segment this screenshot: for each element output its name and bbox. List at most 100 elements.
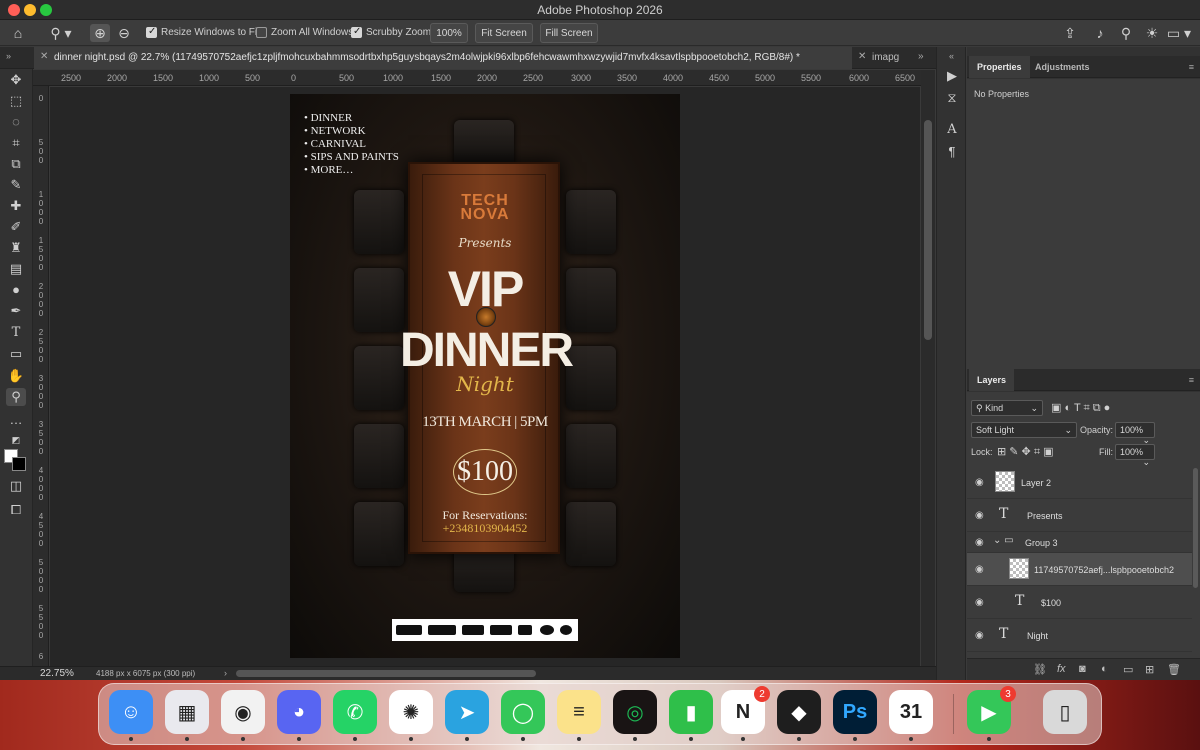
- home-icon[interactable]: ⌂: [8, 24, 28, 42]
- hand-tool-icon[interactable]: ✋: [6, 367, 26, 385]
- visibility-eye-icon[interactable]: ◉: [975, 537, 984, 548]
- group-expand-chevron-icon[interactable]: ⌄ ▭: [993, 535, 1014, 546]
- zoom-out-icon[interactable]: ⊖: [114, 24, 134, 42]
- dodge-tool-icon[interactable]: ●: [6, 281, 26, 299]
- zoom-tool-preset-icon[interactable]: ⚲ ▾: [46, 24, 76, 42]
- more-tools-icon[interactable]: …: [6, 411, 26, 429]
- zoom-level[interactable]: 22.75%: [40, 668, 74, 679]
- dock-app-figma[interactable]: ◆: [777, 690, 821, 734]
- search-icon[interactable]: ⚲: [1116, 24, 1136, 42]
- share-icon[interactable]: ⇪: [1060, 24, 1080, 42]
- dock-app-spotify[interactable]: ◎: [613, 690, 657, 734]
- healing-brush-tool-icon[interactable]: ✚: [6, 197, 26, 215]
- layer-row[interactable]: ◉ T Night: [967, 619, 1192, 652]
- dock-app-numbers[interactable]: ▮: [669, 690, 713, 734]
- tab-properties[interactable]: Properties: [969, 56, 1030, 78]
- crop-tool-icon[interactable]: ⌗: [6, 134, 26, 152]
- scroll-thumb[interactable]: [924, 120, 932, 340]
- type-tool-icon[interactable]: T: [6, 324, 26, 342]
- play-actions-icon[interactable]: ▶: [943, 67, 961, 85]
- dock-app-calendar[interactable]: 31: [889, 690, 933, 734]
- layers-panel-menu-icon[interactable]: ≡: [1189, 375, 1194, 385]
- zoom-tool-icon[interactable]: ⚲: [6, 388, 26, 406]
- eyedropper-tool-icon[interactable]: ✎: [6, 176, 26, 194]
- dock-app-chatgpt[interactable]: ✺: [389, 690, 433, 734]
- tab-dinner-night[interactable]: dinner night.psd @ 22.7% (11749570752aef…: [34, 47, 852, 69]
- default-colors-icon[interactable]: ◩: [6, 431, 26, 449]
- panel-menu-icon[interactable]: ≡: [1189, 62, 1194, 72]
- visibility-eye-icon[interactable]: ◉: [975, 510, 984, 521]
- dock-app-whatsapp[interactable]: ✆: [333, 690, 377, 734]
- layer-filter-select[interactable]: ⚲ Kind ⌄: [971, 400, 1043, 416]
- dock-app-notion[interactable]: N2: [721, 686, 770, 734]
- adjustment-layer-icon[interactable]: ◐: [1101, 663, 1108, 675]
- layer-row[interactable]: ◉ ⌄ ▭ Group 3: [967, 532, 1192, 553]
- fill-screen-button[interactable]: Fill Screen: [540, 23, 598, 43]
- link-layers-icon[interactable]: ⛓: [1033, 663, 1047, 676]
- poster-artwork[interactable]: • DINNER • NETWORK • CARNIVAL • SIPS AND…: [290, 94, 680, 658]
- layer-filter-icons[interactable]: ▣ ◐ T ⌗ ⧉ ●: [1051, 401, 1110, 415]
- layer-row[interactable]: ◉ Layer 2: [967, 466, 1192, 499]
- workspace-icon[interactable]: ▭ ▾: [1164, 24, 1194, 42]
- history-icon[interactable]: ⧖: [943, 89, 961, 107]
- lock-icons[interactable]: ⊞ ✎ ✥ ⌗ ▣: [997, 445, 1053, 459]
- scrubby-zoom-checkbox[interactable]: [351, 26, 362, 38]
- fit-screen-button[interactable]: Fit Screen: [475, 23, 533, 43]
- resize-windows-checkbox[interactable]: [146, 26, 157, 38]
- layer-row[interactable]: ◉ T Presents: [967, 499, 1192, 532]
- paragraph-panel-icon[interactable]: ¶: [943, 143, 961, 161]
- discover-icon[interactable]: ☀: [1142, 24, 1162, 42]
- dock-app-messages[interactable]: ◯: [501, 690, 545, 734]
- fill-input[interactable]: 100% ⌄: [1115, 444, 1155, 467]
- layer-row[interactable]: ◉ T $100: [967, 586, 1192, 619]
- zoom-in-icon[interactable]: ⊕: [90, 24, 110, 42]
- dock-app-launchpad[interactable]: ▦: [165, 690, 209, 734]
- dock-app-facetime[interactable]: ▶ 3: [967, 686, 1016, 734]
- object-selection-tool-icon[interactable]: ⧉: [6, 155, 26, 173]
- layer-style-fx-icon[interactable]: fx: [1057, 663, 1066, 675]
- bell-icon[interactable]: ♪: [1090, 24, 1110, 42]
- quick-mask-icon[interactable]: ◫: [6, 477, 26, 495]
- dock-app-discord[interactable]: ◕: [277, 690, 321, 734]
- screen-mode-icon[interactable]: ⧠: [6, 501, 26, 519]
- new-group-icon[interactable]: ▭: [1123, 663, 1133, 676]
- clone-stamp-tool-icon[interactable]: ♜: [6, 239, 26, 257]
- dock-app-notes[interactable]: ≡: [557, 690, 601, 734]
- close-tab-inactive-icon[interactable]: ✕: [858, 51, 866, 62]
- expand-panels-icon[interactable]: «: [949, 51, 954, 61]
- close-tab-icon[interactable]: ✕: [40, 51, 48, 62]
- status-menu-chevron-icon[interactable]: ›: [224, 668, 227, 678]
- dock-app-telegram[interactable]: ➤: [445, 690, 489, 734]
- opacity-input[interactable]: 100% ⌄: [1115, 422, 1155, 445]
- tab-adjustments[interactable]: Adjustments: [1027, 56, 1098, 78]
- collapse-panels-icon[interactable]: »: [6, 51, 11, 61]
- tab-layers[interactable]: Layers: [969, 369, 1015, 391]
- brush-tool-icon[interactable]: ✐: [6, 218, 26, 236]
- lasso-tool-icon[interactable]: ◌: [6, 113, 26, 131]
- layer-row-selected[interactable]: ◉ 11749570752aefj...lspbpooetobch2: [967, 553, 1192, 586]
- dock-app-finder[interactable]: ☺: [109, 690, 153, 734]
- trash-icon[interactable]: 🗑: [1167, 663, 1181, 676]
- zoom-all-windows-checkbox[interactable]: [256, 27, 267, 38]
- background-color-swatch[interactable]: [12, 457, 26, 471]
- canvas-horizontal-scrollbar[interactable]: [236, 670, 536, 677]
- blend-mode-select[interactable]: Soft Light ⌄: [971, 422, 1077, 438]
- layers-scrollbar[interactable]: [1193, 468, 1198, 588]
- pen-tool-icon[interactable]: ✒: [6, 302, 26, 320]
- new-layer-icon[interactable]: ⊞: [1145, 663, 1154, 676]
- visibility-eye-icon[interactable]: ◉: [975, 477, 984, 488]
- dock-app-photoshop[interactable]: Ps: [833, 690, 877, 734]
- add-mask-icon[interactable]: ◙: [1079, 663, 1086, 675]
- move-tool-icon[interactable]: ✥: [6, 71, 26, 89]
- marquee-tool-icon[interactable]: ⬚: [6, 92, 26, 110]
- visibility-eye-icon[interactable]: ◉: [975, 630, 984, 641]
- more-tabs-icon[interactable]: »: [918, 51, 924, 62]
- dock-app-trash[interactable]: ▯: [1043, 690, 1087, 734]
- visibility-eye-icon[interactable]: ◉: [975, 597, 984, 608]
- dock-app-chrome[interactable]: ◉: [221, 690, 265, 734]
- zoom-100-button[interactable]: 100%: [430, 23, 468, 43]
- canvas-vertical-scrollbar[interactable]: [921, 70, 935, 666]
- shape-tool-icon[interactable]: ▭: [6, 345, 26, 363]
- visibility-eye-icon[interactable]: ◉: [975, 564, 984, 575]
- gradient-tool-icon[interactable]: ▤: [6, 260, 26, 278]
